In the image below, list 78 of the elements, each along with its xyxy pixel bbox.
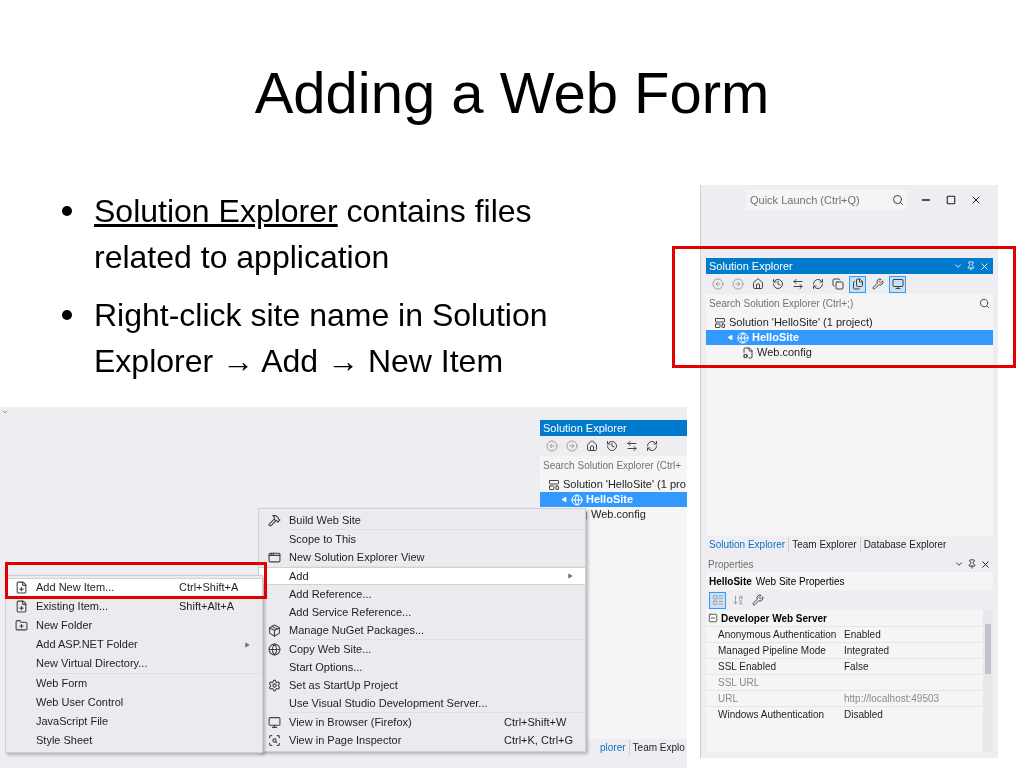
solution-icon bbox=[548, 478, 560, 491]
tool-tab[interactable]: Team Explo bbox=[628, 739, 687, 755]
property-row[interactable]: SSL Enabled False bbox=[706, 658, 983, 674]
panel-title: Solution Explorer bbox=[709, 258, 793, 274]
menu-item[interactable]: Add ASP.NET Folder bbox=[6, 635, 262, 654]
quick-launch-field[interactable]: Quick Launch (Ctrl+Q) bbox=[746, 190, 906, 210]
menu-item[interactable]: View in Page Inspector Ctrl+K, Ctrl+G bbox=[259, 731, 585, 749]
property-row[interactable]: Anonymous Authentication Enabled bbox=[706, 626, 983, 642]
property-row[interactable]: Windows Authentication Disabled bbox=[706, 706, 983, 722]
wrench-button[interactable] bbox=[749, 591, 766, 609]
tool-tab[interactable]: Team Explorer bbox=[788, 536, 860, 552]
menu-item[interactable]: Set as StartUp Project bbox=[259, 676, 585, 694]
menu-item[interactable]: Copy Web Site... bbox=[259, 640, 585, 658]
search-icon bbox=[979, 297, 990, 309]
tool-tab[interactable]: Solution Explorer bbox=[706, 536, 789, 552]
monitor-button[interactable] bbox=[889, 275, 906, 293]
property-row[interactable]: Managed Pipeline Mode Integrated bbox=[706, 642, 983, 658]
solution-icon bbox=[714, 316, 726, 329]
tree-item[interactable]: Solution 'HelloSite' (1 project) bbox=[706, 315, 993, 330]
files-button[interactable] bbox=[849, 275, 866, 293]
monitor-icon bbox=[267, 715, 281, 729]
tool-tab[interactable]: Database Explorer bbox=[859, 536, 950, 552]
bullet-text: Solution Explorer contains files related to application bbox=[94, 192, 533, 277]
globe-icon bbox=[267, 642, 281, 656]
menu-item[interactable]: Scope to This bbox=[259, 530, 585, 548]
panel-title: Properties bbox=[708, 557, 754, 572]
config-file-icon bbox=[742, 346, 754, 359]
new-file-icon bbox=[14, 581, 28, 594]
tree-item[interactable]: Web.config bbox=[706, 345, 993, 360]
package-icon bbox=[267, 623, 281, 637]
menu-item[interactable]: New Folder bbox=[6, 616, 262, 635]
bullet-icon bbox=[62, 310, 72, 320]
caret-icon bbox=[1, 408, 9, 416]
link[interactable]: Solution Explorer bbox=[94, 193, 338, 229]
hammer-icon bbox=[267, 513, 281, 527]
globe-icon bbox=[571, 493, 583, 506]
object-selector[interactable]: HelloSite Web Site Properties bbox=[706, 572, 993, 590]
wrench-button[interactable] bbox=[869, 275, 886, 293]
menu-item[interactable]: Start Options... bbox=[259, 658, 585, 676]
category-label: Developer Web Server bbox=[721, 611, 827, 626]
search-field[interactable]: Search Solution Explorer (Ctrl+;) bbox=[706, 294, 993, 312]
close-icon bbox=[970, 194, 982, 206]
maximize-icon bbox=[946, 195, 956, 205]
search-icon bbox=[892, 194, 904, 206]
folder-icon bbox=[14, 619, 28, 632]
settings-icon bbox=[267, 678, 281, 692]
pin-icon bbox=[967, 559, 977, 569]
menu-item[interactable]: Add Service Reference... bbox=[259, 603, 585, 621]
bullet-text: Right-click site name in Solution Explorer → Add → New Item bbox=[94, 296, 549, 381]
window-icon bbox=[267, 550, 281, 564]
menu-item[interactable]: Build Web Site bbox=[259, 511, 585, 529]
tree-item[interactable]: Solution 'HelloSite' (1 pro bbox=[540, 477, 687, 492]
add-file-icon bbox=[14, 600, 28, 613]
menu-item[interactable]: Add bbox=[259, 567, 585, 585]
panel-title: Solution Explorer bbox=[543, 420, 627, 436]
collapse-button[interactable] bbox=[829, 275, 846, 293]
menu-item[interactable]: Web Form bbox=[6, 674, 262, 693]
close-icon bbox=[979, 260, 990, 272]
menu-item[interactable]: Use Visual Studio Development Server... bbox=[259, 694, 585, 712]
menu-item[interactable]: New Solution Explorer View bbox=[259, 548, 585, 566]
menu-item[interactable]: Web User Control bbox=[6, 693, 262, 712]
globe-icon bbox=[737, 331, 749, 344]
menu-item[interactable]: View in Browser (Firefox) Ctrl+Shift+W bbox=[259, 713, 585, 731]
quick-launch-input[interactable]: Quick Launch (Ctrl+Q) bbox=[750, 191, 892, 209]
close-icon bbox=[980, 558, 991, 570]
inspect-icon bbox=[267, 733, 281, 747]
dropdown-icon bbox=[953, 261, 963, 271]
menu-item[interactable]: Existing Item... Shift+Alt+A bbox=[6, 597, 262, 616]
bullet-icon bbox=[62, 206, 72, 216]
menu-item[interactable]: Manage NuGet Packages... bbox=[259, 621, 585, 639]
search-input[interactable]: Search Solution Explorer (Ctrl+;) bbox=[709, 295, 979, 311]
tool-tab[interactable]: plorer bbox=[597, 739, 629, 755]
pin-icon bbox=[966, 261, 976, 271]
menu-item[interactable]: New Virtual Directory... bbox=[6, 654, 262, 673]
categorized-button[interactable] bbox=[709, 591, 726, 609]
menu-item[interactable]: JavaScript File bbox=[6, 712, 262, 731]
menu-item[interactable]: Style Sheet bbox=[6, 731, 262, 750]
dropdown-icon bbox=[954, 559, 964, 569]
